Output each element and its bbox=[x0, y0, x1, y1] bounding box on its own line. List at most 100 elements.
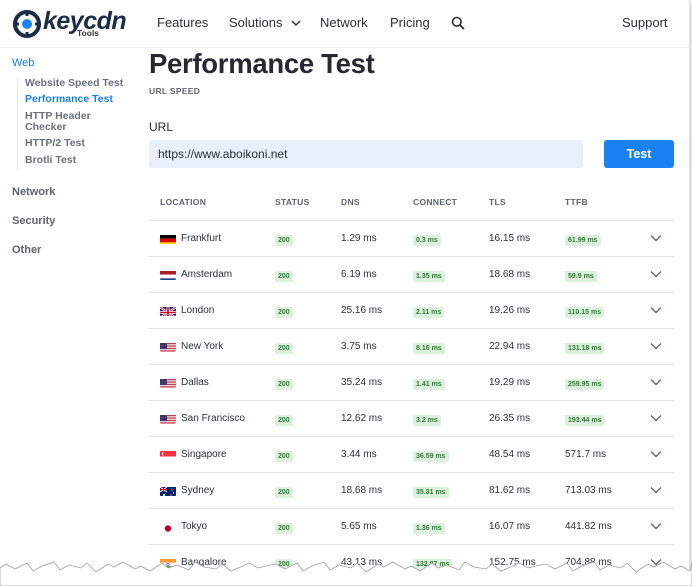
table-row[interactable]: Frankfurt 200 1.29 ms 0.3 ms 16.15 ms 61… bbox=[149, 221, 674, 257]
sidebar-other[interactable]: Other bbox=[12, 244, 41, 256]
flag-au-icon bbox=[160, 485, 176, 496]
sidebar-item-website-speed-test[interactable]: Website Speed Test bbox=[25, 78, 123, 89]
location-name: Amsterdam bbox=[181, 269, 233, 280]
column-header-dns: DNS bbox=[341, 197, 360, 207]
table-row[interactable]: Amsterdam 200 6.19 ms 1.35 ms 18.68 ms 5… bbox=[149, 257, 674, 293]
nav-features[interactable]: Features bbox=[157, 15, 208, 30]
sidebar-item-http2-test[interactable]: HTTP/2 Test bbox=[25, 138, 85, 149]
flag-gb-icon bbox=[160, 305, 176, 316]
table-row[interactable]: San Francisco 200 12.62 ms 3.2 ms 26.35 … bbox=[149, 401, 674, 437]
location-name: Tokyo bbox=[181, 521, 208, 532]
connect-badge: 1.36 ms bbox=[413, 523, 445, 534]
chevron-down-icon[interactable] bbox=[650, 342, 662, 350]
chevron-down-icon[interactable] bbox=[650, 234, 662, 242]
tls-value: 19.29 ms bbox=[489, 377, 531, 388]
url-input[interactable]: https://www.aboikoni.net bbox=[149, 140, 583, 168]
chevron-down-icon[interactable] bbox=[650, 306, 662, 314]
connect-badge: 1.41 ms bbox=[413, 379, 445, 390]
table-row[interactable]: Tokyo 200 5.65 ms 1.36 ms 16.07 ms 441.8… bbox=[149, 509, 674, 545]
status-badge: 200 bbox=[275, 271, 293, 282]
dns-value: 18.68 ms bbox=[341, 485, 383, 496]
dns-value: 3.44 ms bbox=[341, 449, 377, 460]
ttfb-value: 571.7 ms bbox=[565, 449, 607, 460]
dns-value: 3.75 ms bbox=[341, 341, 377, 352]
column-header-location: LOCATION bbox=[160, 197, 207, 207]
chevron-down-icon[interactable] bbox=[650, 522, 662, 530]
column-header-tls: TLS bbox=[489, 197, 506, 207]
sidebar-web[interactable]: Web bbox=[12, 57, 34, 69]
flag-us-icon bbox=[160, 377, 176, 388]
dns-value: 25.16 ms bbox=[341, 305, 383, 316]
ttfb-badge: 259.95 ms bbox=[565, 379, 605, 390]
sidebar-security[interactable]: Security bbox=[12, 215, 55, 227]
connect-badge: 35.31 ms bbox=[413, 487, 449, 498]
status-badge: 200 bbox=[275, 343, 293, 354]
location-name: Singapore bbox=[181, 449, 227, 460]
table-row[interactable]: London 200 25.16 ms 2.11 ms 19.26 ms 110… bbox=[149, 293, 674, 329]
status-badge: 200 bbox=[275, 307, 293, 318]
top-nav: keycdn Tools Features Solutions Network … bbox=[0, 0, 690, 48]
sidebar-network[interactable]: Network bbox=[12, 186, 55, 198]
flag-sg-icon bbox=[160, 449, 176, 460]
column-header-ttfb: TTFB bbox=[565, 197, 588, 207]
location-name: Frankfurt bbox=[181, 233, 222, 244]
connect-badge: 3.2 ms bbox=[413, 415, 441, 426]
tls-value: 22.94 ms bbox=[489, 341, 531, 352]
chevron-down-icon[interactable] bbox=[650, 270, 662, 278]
torn-edge-decoration bbox=[0, 561, 692, 586]
tls-value: 16.07 ms bbox=[489, 521, 531, 532]
dns-value: 35.24 ms bbox=[341, 377, 383, 388]
status-badge: 200 bbox=[275, 415, 293, 426]
tls-value: 48.54 ms bbox=[489, 449, 531, 460]
sidebar-item-brotli-test[interactable]: Brotli Test bbox=[25, 155, 76, 166]
nav-support[interactable]: Support bbox=[622, 15, 668, 30]
chevron-down-icon[interactable] bbox=[650, 414, 662, 422]
test-button[interactable]: Test bbox=[604, 140, 674, 168]
location-name: San Francisco bbox=[181, 413, 245, 424]
search-icon[interactable] bbox=[451, 16, 465, 30]
connect-badge: 0.3 ms bbox=[413, 235, 441, 246]
nav-solutions-label: Solutions bbox=[229, 15, 283, 30]
status-badge: 200 bbox=[275, 487, 293, 498]
dns-value: 12.62 ms bbox=[341, 413, 383, 424]
location-name: Sydney bbox=[181, 485, 215, 496]
flag-us-icon bbox=[160, 413, 176, 424]
table-row[interactable]: New York 200 3.75 ms 8.16 ms 22.94 ms 13… bbox=[149, 329, 674, 365]
dns-value: 6.19 ms bbox=[341, 269, 377, 280]
connect-badge: 2.11 ms bbox=[413, 307, 445, 318]
connect-badge: 8.16 ms bbox=[413, 343, 445, 354]
nav-network[interactable]: Network bbox=[320, 15, 368, 30]
dns-value: 1.29 ms bbox=[341, 233, 377, 244]
location-name: New York bbox=[181, 341, 224, 352]
ttfb-value: 713.03 ms bbox=[565, 485, 612, 496]
page-subtitle: URL SPEED bbox=[149, 86, 201, 96]
url-label: URL bbox=[149, 120, 174, 134]
flag-de-icon bbox=[160, 233, 176, 244]
table-row[interactable]: Sydney 200 18.68 ms 35.31 ms 81.62 ms 71… bbox=[149, 473, 674, 509]
ttfb-badge: 193.44 ms bbox=[565, 415, 605, 426]
browser-frame: keycdn Tools Features Solutions Network … bbox=[0, 0, 692, 586]
ttfb-badge: 61.99 ms bbox=[565, 235, 601, 246]
location-name: London bbox=[181, 305, 215, 316]
tls-value: 18.68 ms bbox=[489, 269, 531, 280]
ttfb-badge: 59.9 ms bbox=[565, 271, 597, 282]
ttfb-badge: 110.15 ms bbox=[565, 307, 605, 318]
brand-subtitle: Tools bbox=[77, 28, 100, 38]
nav-pricing[interactable]: Pricing bbox=[390, 15, 430, 30]
sidebar-item-http-header-checker[interactable]: HTTP Header Checker bbox=[25, 111, 130, 133]
tls-value: 16.15 ms bbox=[489, 233, 531, 244]
chevron-down-icon bbox=[291, 20, 301, 26]
table-row[interactable]: Singapore 200 3.44 ms 36.59 ms 48.54 ms … bbox=[149, 437, 674, 473]
ttfb-value: 441.82 ms bbox=[565, 521, 612, 532]
status-badge: 200 bbox=[275, 451, 293, 462]
keycdn-logo[interactable]: keycdn bbox=[12, 6, 127, 44]
tls-value: 19.26 ms bbox=[489, 305, 531, 316]
ttfb-badge: 131.18 ms bbox=[565, 343, 605, 354]
chevron-down-icon[interactable] bbox=[650, 378, 662, 386]
chevron-down-icon[interactable] bbox=[650, 450, 662, 458]
table-row[interactable]: Dallas 200 35.24 ms 1.41 ms 19.29 ms 259… bbox=[149, 365, 674, 401]
chevron-down-icon[interactable] bbox=[650, 486, 662, 494]
flag-nl-icon bbox=[160, 269, 176, 280]
nav-solutions[interactable]: Solutions bbox=[229, 15, 301, 30]
sidebar-item-performance-test[interactable]: Performance Test bbox=[25, 94, 113, 105]
